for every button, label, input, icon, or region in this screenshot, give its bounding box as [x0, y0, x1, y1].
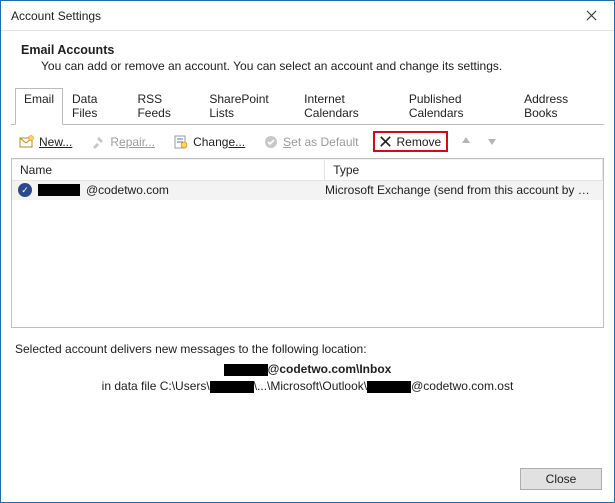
- location-mailbox: @codetwo.com\Inbox: [15, 362, 600, 376]
- grid-header: Name Type: [12, 159, 603, 181]
- tab-rss-feeds[interactable]: RSS Feeds: [128, 88, 200, 125]
- column-name[interactable]: Name: [12, 159, 325, 181]
- tab-sharepoint-lists[interactable]: SharePoint Lists: [200, 88, 295, 125]
- toolbar: New... Repair... Change... Set as D: [11, 125, 604, 158]
- change-button[interactable]: Change...: [169, 132, 249, 152]
- tab-published-calendars[interactable]: Published Calendars: [400, 88, 515, 125]
- tab-address-books[interactable]: Address Books: [515, 88, 604, 125]
- move-up-button: [458, 134, 474, 150]
- move-down-button: [484, 134, 500, 150]
- close-button[interactable]: Close: [520, 468, 602, 490]
- redacted-text: [210, 381, 254, 393]
- column-type[interactable]: Type: [325, 159, 603, 181]
- delivery-location: Selected account delivers new messages t…: [11, 328, 604, 397]
- remove-button[interactable]: Remove: [373, 131, 449, 152]
- arrow-down-icon: [486, 135, 498, 147]
- accounts-grid: Name Type ✓ @codetwo.com Microsoft Excha…: [11, 158, 604, 328]
- header-subtitle: You can add or remove an account. You ca…: [21, 59, 594, 73]
- new-icon: [19, 134, 35, 150]
- account-name: @codetwo.com: [86, 183, 169, 197]
- change-icon: [173, 134, 189, 150]
- redacted-text: [38, 184, 80, 196]
- repair-button: Repair...: [86, 132, 159, 152]
- header-title: Email Accounts: [21, 43, 594, 57]
- tab-data-files[interactable]: Data Files: [63, 88, 128, 125]
- set-default-button: Set as Default: [259, 132, 362, 152]
- arrow-up-icon: [460, 135, 472, 147]
- location-path: in data file C:\Users\\...\Microsoft\Out…: [15, 379, 600, 393]
- window-close-button[interactable]: [569, 1, 614, 30]
- table-row[interactable]: ✓ @codetwo.com Microsoft Exchange (send …: [12, 181, 603, 200]
- new-button[interactable]: New...: [15, 132, 76, 152]
- default-account-icon: ✓: [18, 183, 32, 197]
- location-intro: Selected account delivers new messages t…: [15, 342, 600, 356]
- tab-strip: Email Data Files RSS Feeds SharePoint Li…: [11, 87, 604, 125]
- remove-icon: [378, 134, 393, 149]
- window-title: Account Settings: [11, 9, 569, 23]
- redacted-text: [224, 364, 268, 376]
- account-type: Microsoft Exchange (send from this accou…: [325, 183, 599, 197]
- dialog-footer: Close: [1, 460, 614, 502]
- dialog-header: Email Accounts You can add or remove an …: [1, 31, 614, 87]
- tab-email[interactable]: Email: [15, 88, 63, 125]
- close-icon: [586, 10, 597, 21]
- tools-icon: [90, 134, 106, 150]
- tab-internet-calendars[interactable]: Internet Calendars: [295, 88, 400, 125]
- redacted-text: [367, 381, 411, 393]
- check-circle-icon: [263, 134, 279, 150]
- titlebar: Account Settings: [1, 1, 614, 31]
- new-label: New...: [39, 135, 72, 149]
